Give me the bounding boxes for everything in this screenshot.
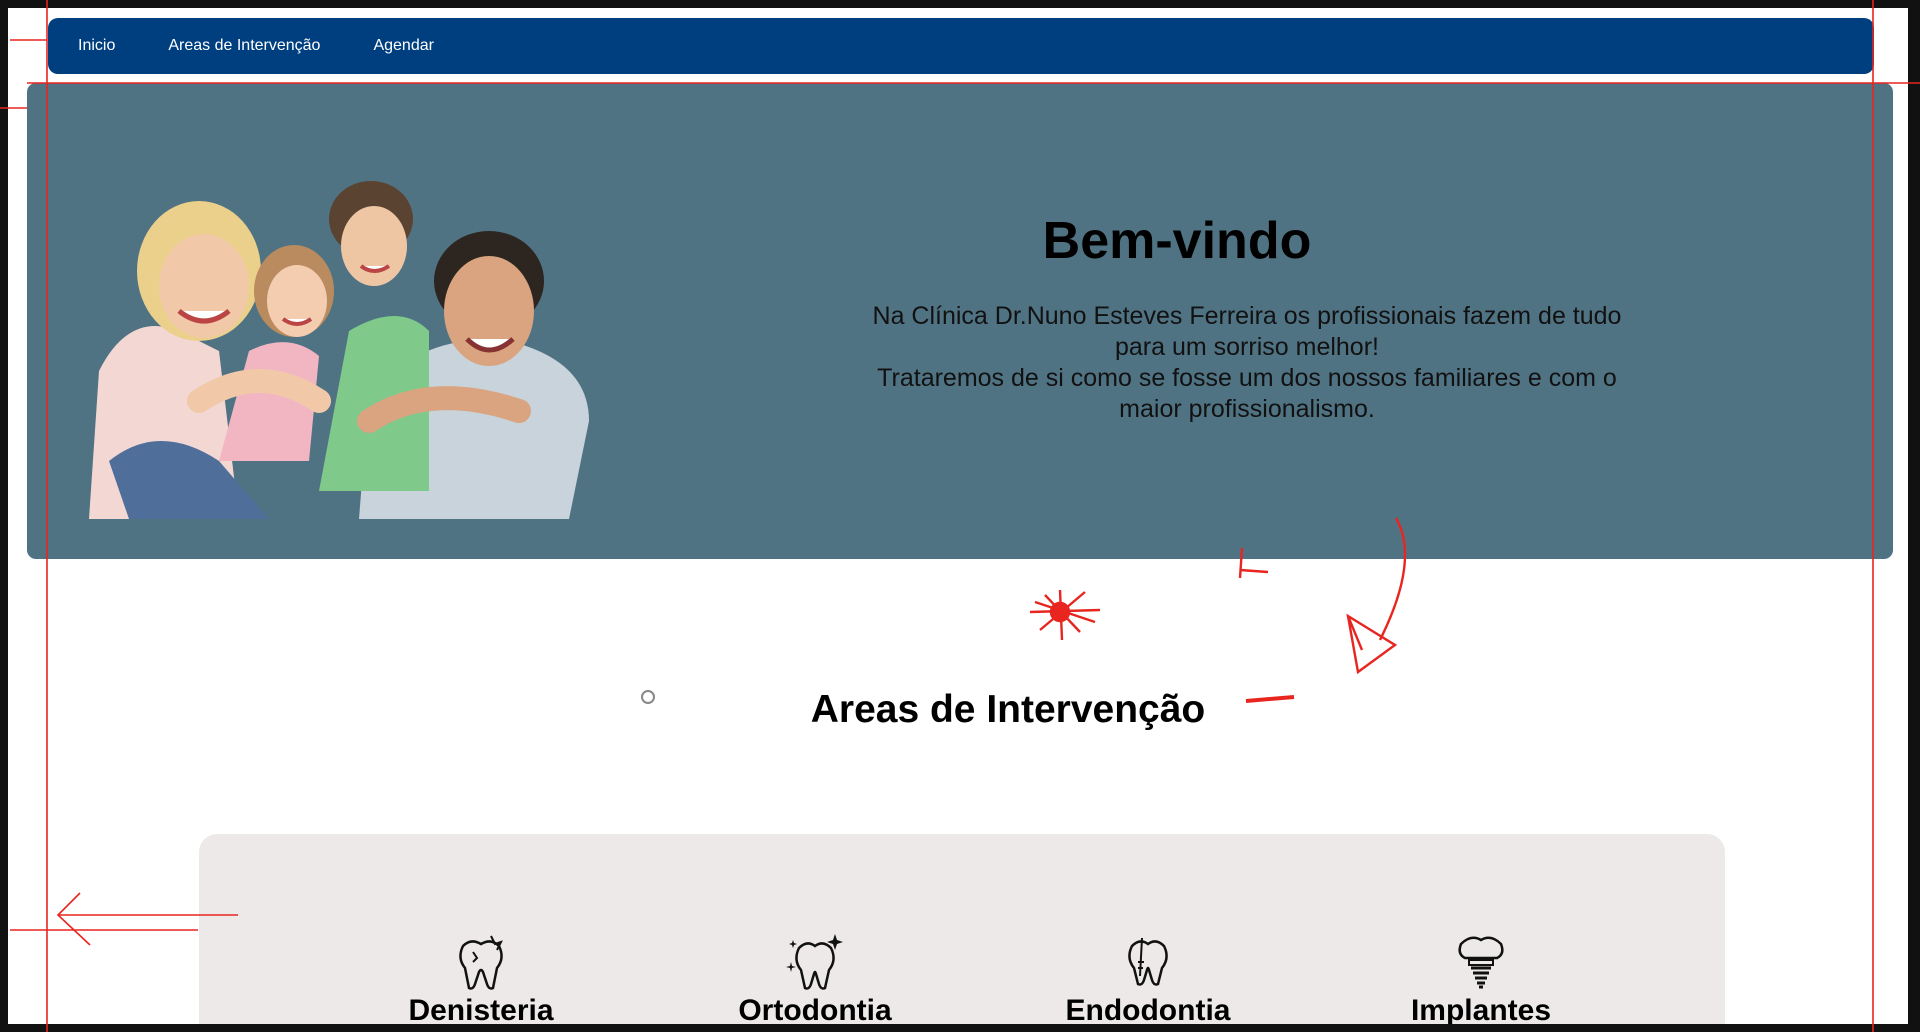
web-page: Inicio Areas de Intervenção Agendar Bem-… bbox=[8, 8, 1908, 1024]
service-card-ortodontia[interactable]: Ortodontia bbox=[715, 932, 915, 1024]
service-label: Endodontia bbox=[1065, 994, 1231, 1024]
broken-tooth-icon bbox=[459, 935, 503, 990]
family-photo bbox=[89, 181, 589, 519]
hero-banner: Bem-vindo Na Clínica Dr.Nuno Esteves Fer… bbox=[27, 83, 1893, 559]
nav-item-agendar[interactable]: Agendar bbox=[373, 37, 434, 55]
service-card-endodontia[interactable]: Endodontia bbox=[1048, 932, 1248, 1024]
welcome-text-line: Trataremos de si como se fosse um dos no… bbox=[877, 364, 1617, 392]
areas-services-panel: Denisteria Ortodontia Endodontia Implant… bbox=[199, 834, 1725, 1024]
nav-item-areas-de-intervencao[interactable]: Areas de Intervenção bbox=[168, 37, 320, 55]
areas-section-title: Areas de Intervenção bbox=[810, 688, 1206, 731]
top-navigation-bar: Inicio Areas de Intervenção Agendar bbox=[48, 18, 1874, 74]
welcome-heading: Bem-vindo bbox=[1042, 212, 1312, 270]
tooth-root-icon bbox=[1128, 937, 1168, 986]
welcome-text-line: maior profissionalismo. bbox=[1119, 395, 1375, 423]
service-card-denisteria[interactable]: Denisteria bbox=[381, 932, 581, 1024]
service-label: Denisteria bbox=[408, 994, 554, 1024]
welcome-text-line: Na Clínica Dr.Nuno Esteves Ferreira os p… bbox=[872, 302, 1622, 330]
welcome-text-line: para um sorriso melhor! bbox=[1115, 333, 1379, 361]
mouse-cursor bbox=[641, 690, 655, 704]
sparkling-tooth-icon bbox=[786, 934, 843, 990]
service-card-implantes[interactable]: Implantes bbox=[1381, 932, 1581, 1024]
welcome-text: Na Clínica Dr.Nuno Esteves Ferreira os p… bbox=[837, 301, 1657, 425]
nav-item-inicio[interactable]: Inicio bbox=[78, 37, 115, 55]
service-label: Ortodontia bbox=[738, 994, 892, 1024]
dental-implant-icon bbox=[1458, 936, 1504, 989]
service-label: Implantes bbox=[1410, 994, 1552, 1024]
